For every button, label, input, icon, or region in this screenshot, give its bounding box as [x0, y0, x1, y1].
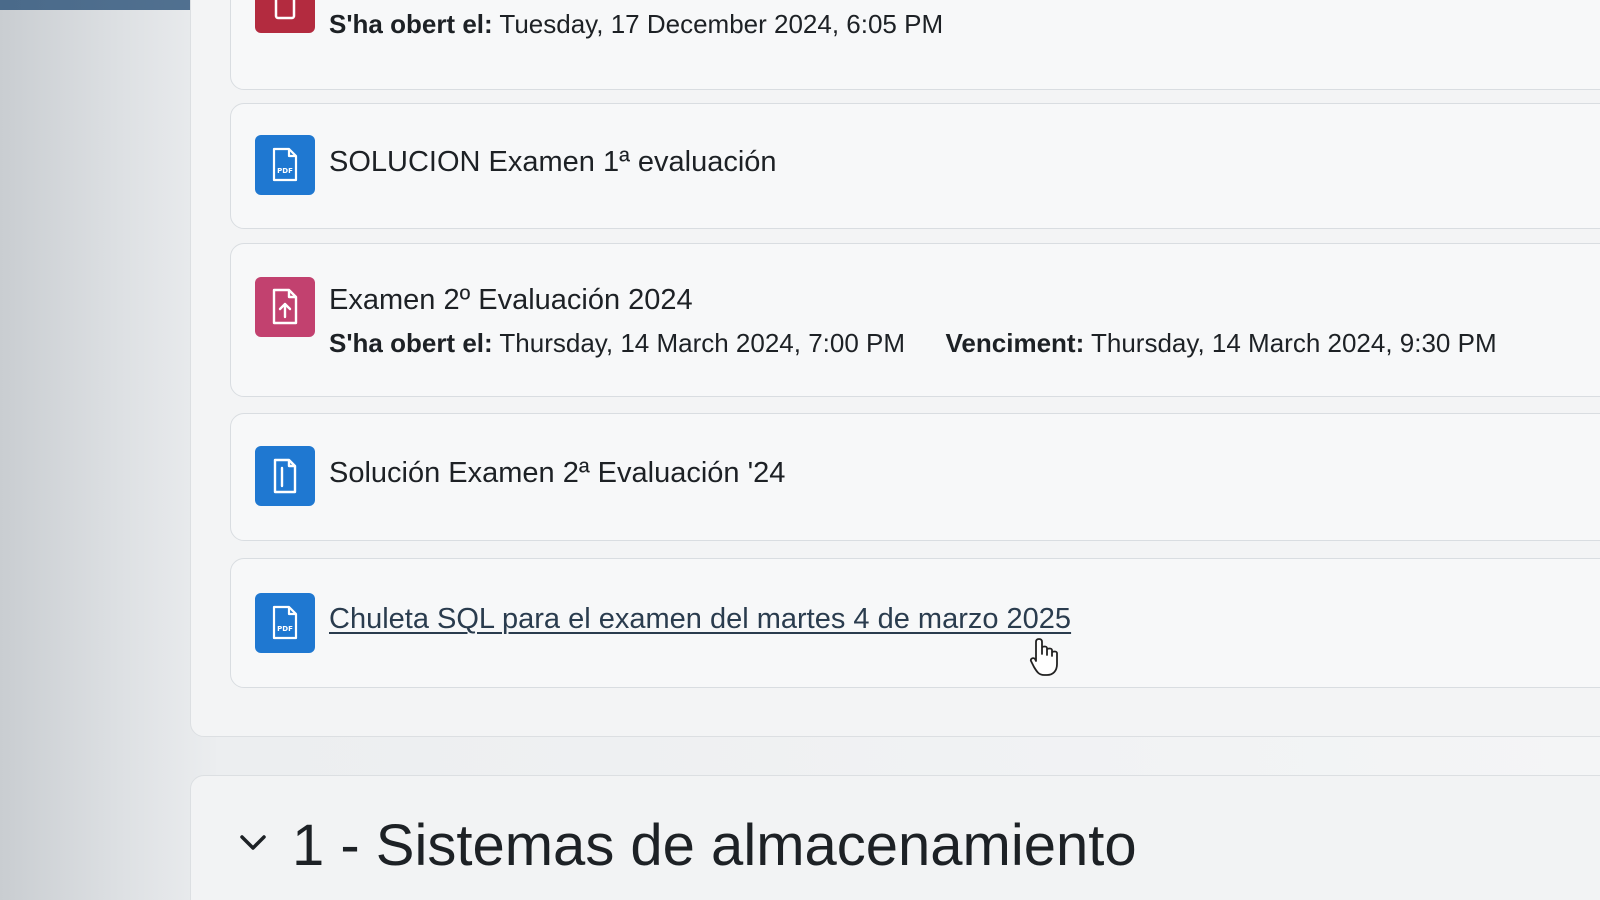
activity-title[interactable]: Examen 2º Evaluación 2024 [329, 284, 693, 317]
due-value: Thursday, 14 March 2024, 9:30 PM [1091, 328, 1497, 358]
course-page: S'ha obert el: Tuesday, 17 December 2024… [0, 0, 1600, 900]
chevron-down-icon[interactable] [238, 832, 268, 859]
hand-pointer-icon [1028, 636, 1062, 683]
svg-text:PDF: PDF [277, 167, 293, 175]
pdf-icon: PDF [255, 135, 315, 195]
activity-chuleta-sql[interactable]: PDF Chuleta SQL para el examen del marte… [230, 558, 1600, 688]
document-icon [255, 446, 315, 506]
activity-title[interactable]: SOLUCION Examen 1ª evaluación [329, 146, 777, 179]
opened-label: S'ha obert el: [329, 328, 493, 358]
opened-value: Tuesday, 17 December 2024, 6:05 PM [499, 9, 944, 39]
due-label: Venciment: [945, 328, 1085, 358]
activity-dates: S'ha obert el: Thursday, 14 March 2024, … [329, 328, 1497, 359]
pdf-icon: PDF [255, 593, 315, 653]
opened-label: S'ha obert el: [329, 9, 493, 39]
assignment-icon [255, 0, 315, 33]
activity-previous[interactable]: S'ha obert el: Tuesday, 17 December 2024… [230, 0, 1600, 90]
activity-title[interactable]: Solución Examen 2ª Evaluación '24 [329, 457, 785, 490]
activity-dates: S'ha obert el: Tuesday, 17 December 2024… [329, 9, 943, 40]
activity-title-link[interactable]: Chuleta SQL para el examen del martes 4 … [329, 603, 1071, 636]
activity-examen-2-evaluacion[interactable]: Examen 2º Evaluación 2024 S'ha obert el:… [230, 243, 1600, 397]
opened-value: Thursday, 14 March 2024, 7:00 PM [499, 328, 906, 358]
activity-solucion-examen-1[interactable]: PDF SOLUCION Examen 1ª evaluación [230, 103, 1600, 229]
assignment-upload-icon [255, 277, 315, 337]
svg-text:PDF: PDF [277, 625, 293, 633]
activity-solucion-examen-2[interactable]: Solución Examen 2ª Evaluación '24 [230, 413, 1600, 541]
section-title[interactable]: 1 - Sistemas de almacenamiento [292, 812, 1137, 879]
